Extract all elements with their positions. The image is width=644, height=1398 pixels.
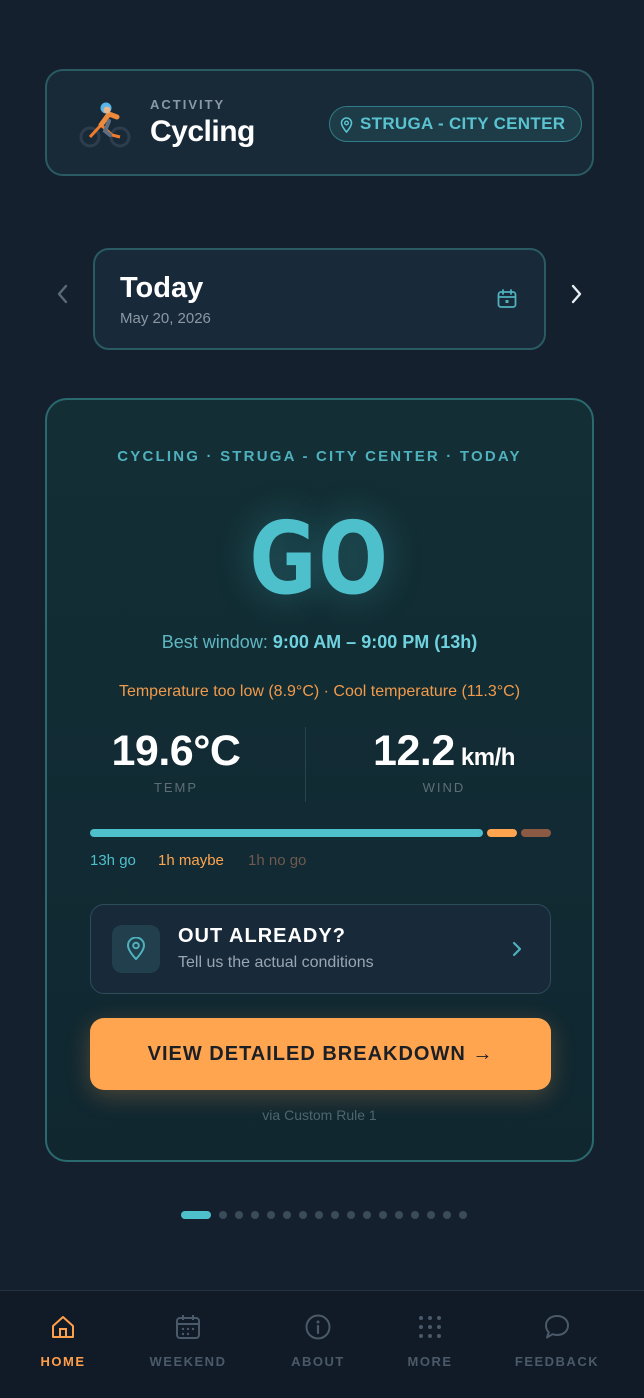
temperature-metric: 19.6°C TEMP bbox=[47, 727, 305, 795]
no-go-hours-bar bbox=[520, 829, 551, 837]
pager-dot[interactable] bbox=[299, 1211, 307, 1219]
nav-weekend-label: WEEKEND bbox=[149, 1354, 227, 1369]
pager-dot[interactable] bbox=[379, 1211, 387, 1219]
pager-dot[interactable] bbox=[251, 1211, 259, 1219]
activity-name: Cycling bbox=[150, 115, 255, 148]
previous-day-chevron-icon[interactable] bbox=[51, 282, 75, 306]
pager-dot[interactable] bbox=[181, 1211, 211, 1219]
nav-about-label: ABOUT bbox=[291, 1354, 345, 1369]
calendar-icon bbox=[176, 1315, 200, 1339]
chevron-right-icon bbox=[512, 941, 522, 957]
pager-dot[interactable] bbox=[235, 1211, 243, 1219]
location-pin-icon bbox=[340, 117, 353, 133]
pager-dot[interactable] bbox=[283, 1211, 291, 1219]
nav-more-label: MORE bbox=[407, 1354, 453, 1369]
date-subtitle: May 20, 2026 bbox=[120, 310, 211, 327]
legend-maybe: 1h maybe bbox=[158, 852, 224, 869]
forecast-context: CYCLING · STRUGA - CITY CENTER · TODAY bbox=[117, 448, 522, 465]
cyclist-icon bbox=[79, 102, 131, 148]
out-already-icon-box bbox=[112, 925, 160, 973]
pager-dot[interactable] bbox=[459, 1211, 467, 1219]
nav-about[interactable]: ABOUT bbox=[263, 1313, 373, 1369]
nav-feedback[interactable]: FEEDBACK bbox=[502, 1313, 612, 1369]
location-pill[interactable]: STRUGA - CITY CENTER bbox=[329, 106, 583, 142]
pager-dot[interactable] bbox=[443, 1211, 451, 1219]
activity-label: ACTIVITY bbox=[150, 97, 226, 112]
location-label: STRUGA - CITY CENTER bbox=[360, 114, 566, 133]
chat-bubble-icon bbox=[545, 1315, 569, 1339]
home-icon bbox=[52, 1316, 74, 1338]
nav-feedback-label: FEEDBACK bbox=[514, 1354, 600, 1369]
temperature-label: TEMP bbox=[153, 780, 199, 795]
pager-dot[interactable] bbox=[331, 1211, 339, 1219]
maybe-hours-bar bbox=[486, 829, 517, 837]
view-breakdown-button[interactable]: VIEW DETAILED BREAKDOWN → bbox=[90, 1018, 551, 1090]
best-window-prefix: Best window: bbox=[161, 632, 273, 652]
pager-dot[interactable] bbox=[315, 1211, 323, 1219]
verdict: GO bbox=[249, 500, 390, 617]
best-window: Best window: 9:00 AM – 9:00 PM (13h) bbox=[47, 632, 592, 653]
location-pin-icon bbox=[126, 937, 146, 961]
pager-dot[interactable] bbox=[411, 1211, 419, 1219]
pager-dot[interactable] bbox=[363, 1211, 371, 1219]
bottom-nav: HOME WEEKEND ABOUT MORE FEEDBACK bbox=[0, 1290, 644, 1398]
nav-more[interactable]: MORE bbox=[375, 1313, 485, 1369]
calendar-icon[interactable] bbox=[496, 288, 518, 310]
go-hours-bar bbox=[90, 829, 483, 837]
wind-value: 12.2 bbox=[373, 727, 455, 775]
pager-dot[interactable] bbox=[219, 1211, 227, 1219]
warnings: Temperature too low (8.9°C) · Cool tempe… bbox=[118, 683, 521, 700]
pager-dot[interactable] bbox=[395, 1211, 403, 1219]
info-icon bbox=[305, 1314, 331, 1340]
pager-dot[interactable] bbox=[427, 1211, 435, 1219]
wind-unit: km/h bbox=[454, 744, 516, 771]
pager-dot[interactable] bbox=[347, 1211, 355, 1219]
wind-label: WIND bbox=[422, 780, 466, 795]
best-window-value: 9:00 AM – 9:00 PM (13h) bbox=[272, 632, 478, 652]
date-selector[interactable]: Today May 20, 2026 bbox=[93, 248, 546, 350]
activity-card[interactable]: ACTIVITY Cycling STRUGA - CITY CENTER bbox=[45, 69, 594, 176]
temperature-value: 19.6°C bbox=[111, 727, 241, 775]
wind-metric: 12.2 km/h WIND bbox=[315, 727, 573, 795]
out-already-subtitle: Tell us the actual conditions bbox=[178, 954, 374, 971]
next-day-chevron-icon[interactable] bbox=[564, 282, 588, 306]
legend-go: 13h go bbox=[90, 852, 136, 869]
metric-divider bbox=[305, 727, 306, 802]
rule-source: via Custom Rule 1 bbox=[262, 1107, 377, 1123]
out-already-title: OUT ALREADY? bbox=[178, 925, 346, 947]
nav-home[interactable]: HOME bbox=[8, 1313, 118, 1369]
pager-dot[interactable] bbox=[267, 1211, 275, 1219]
nav-weekend[interactable]: WEEKEND bbox=[133, 1313, 243, 1369]
date-title: Today bbox=[120, 272, 204, 304]
forecast-card: CYCLING · STRUGA - CITY CENTER · TODAY G… bbox=[45, 398, 594, 1162]
legend-no-go: 1h no go bbox=[248, 852, 307, 869]
nav-home-label: HOME bbox=[40, 1354, 86, 1369]
grid-icon bbox=[419, 1316, 441, 1338]
out-already-card[interactable]: OUT ALREADY? Tell us the actual conditio… bbox=[90, 904, 551, 994]
